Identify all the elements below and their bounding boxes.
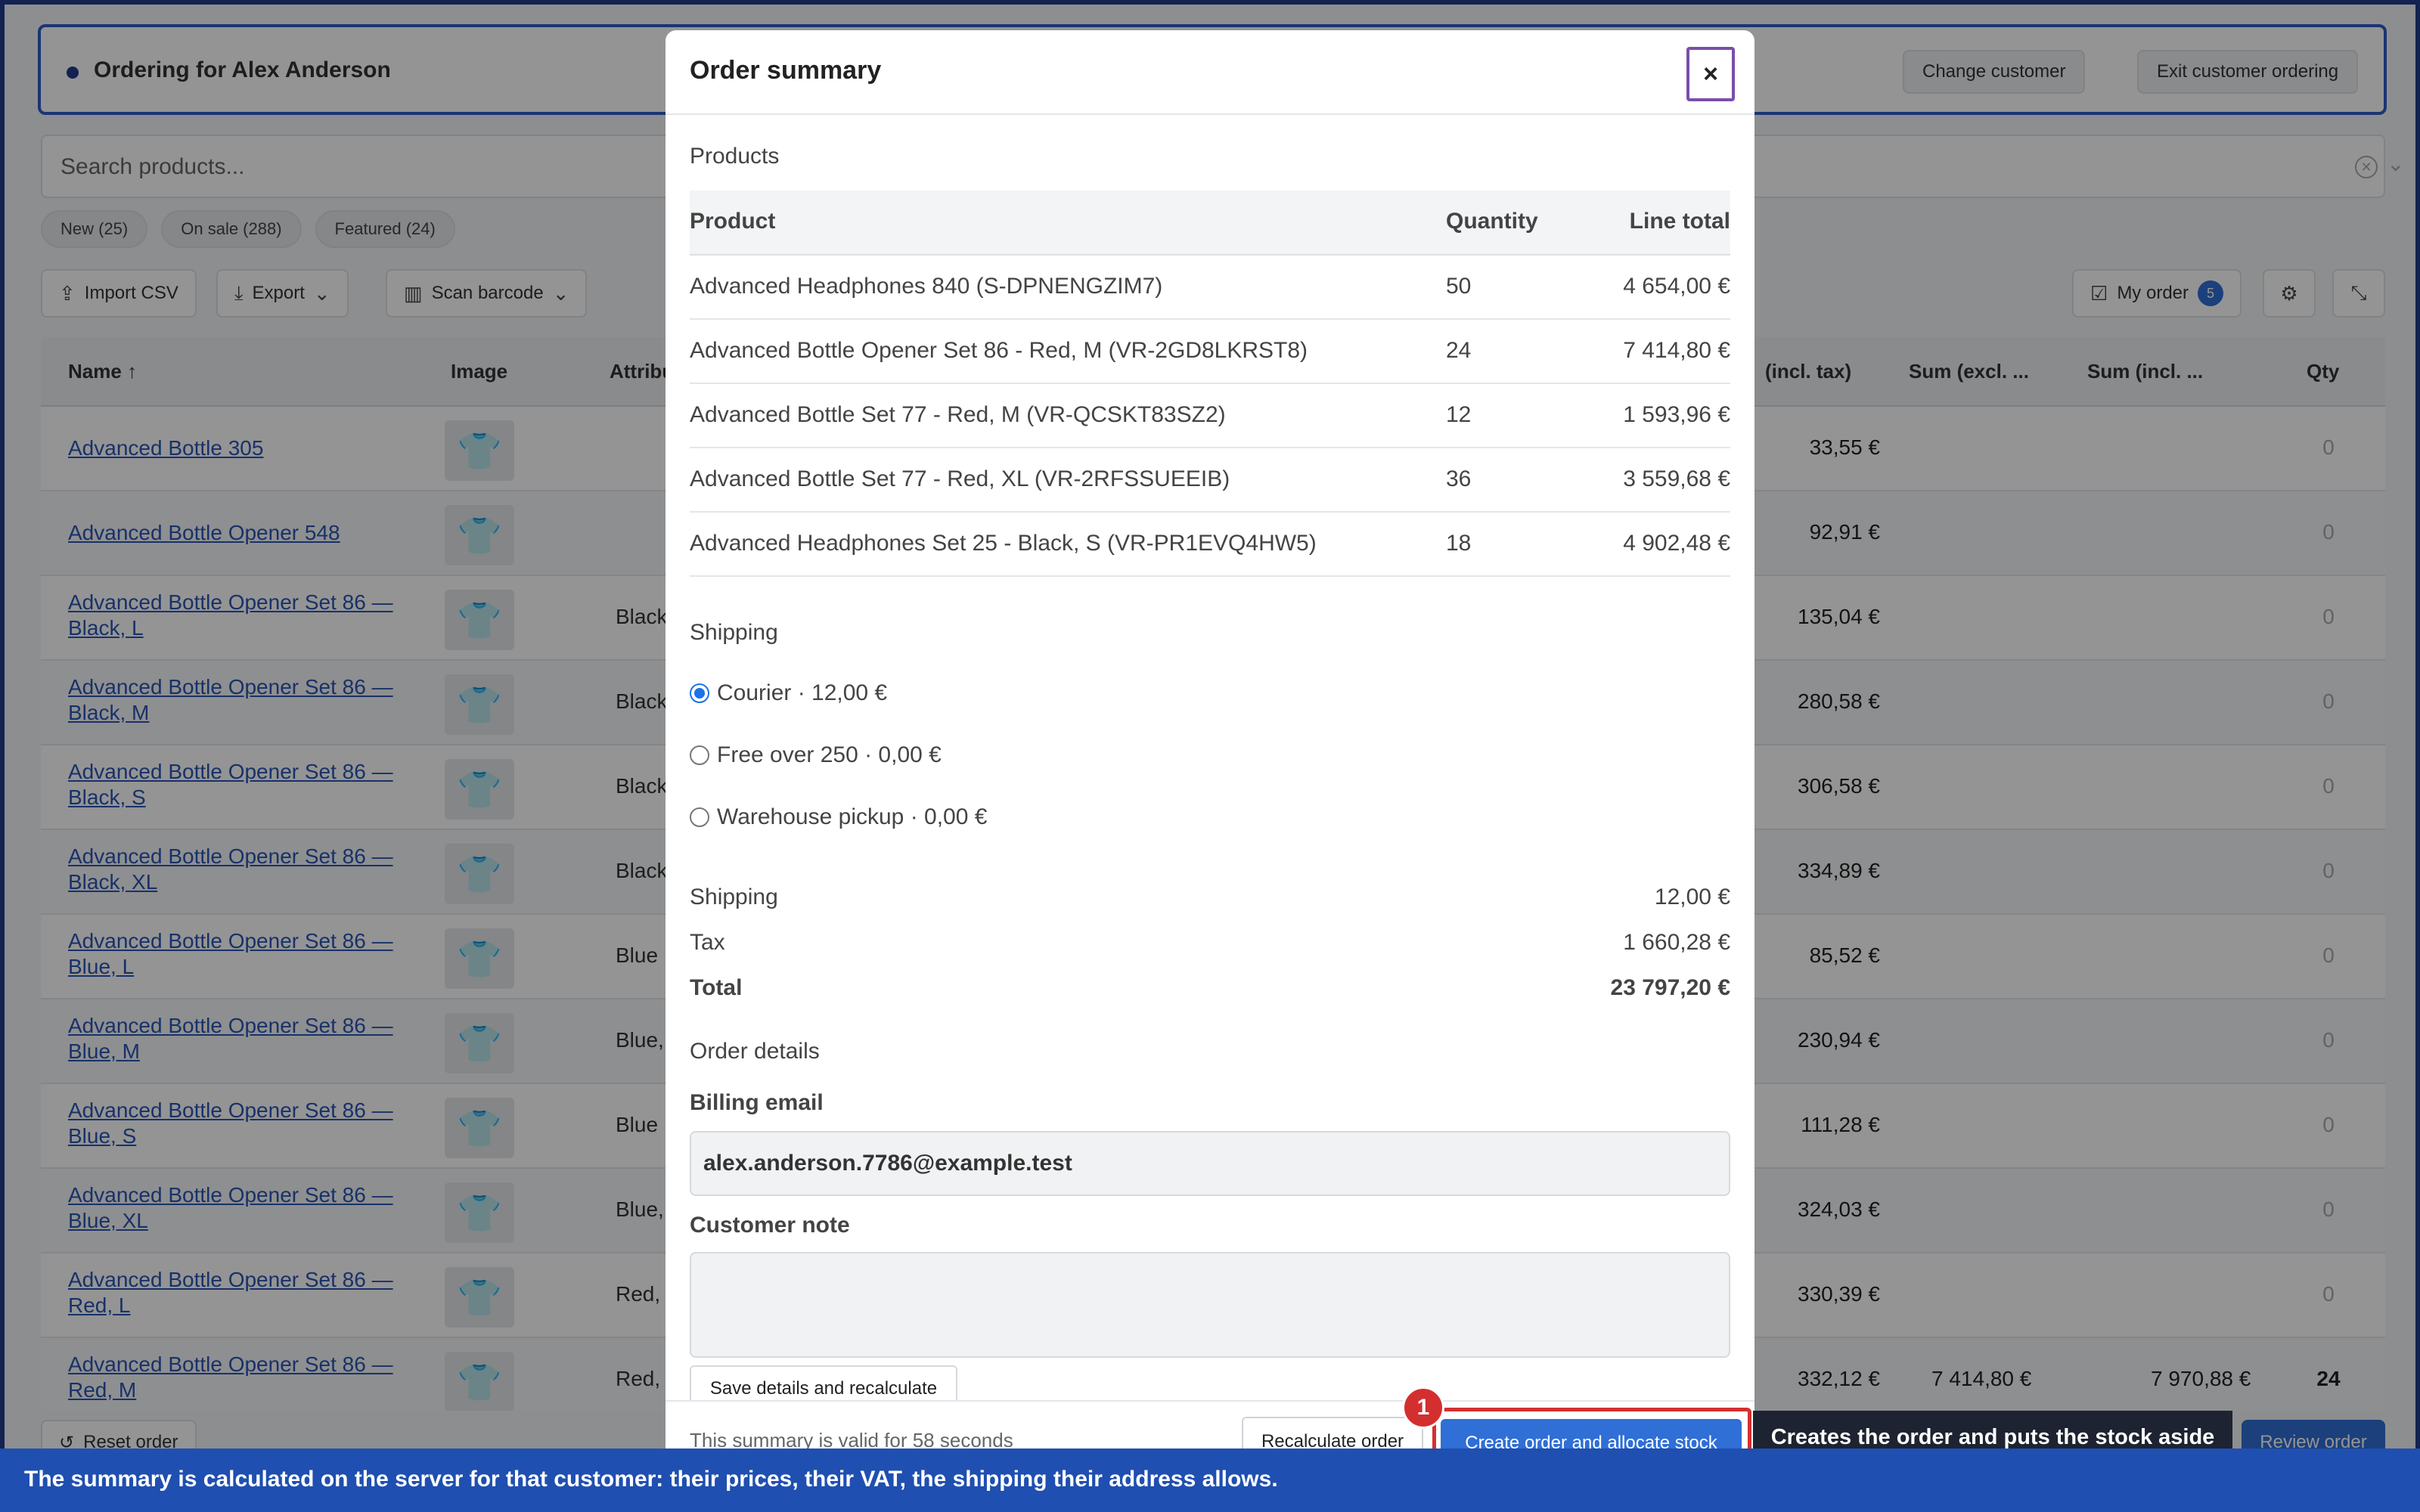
quantity-cell: 24 [1446, 338, 1472, 363]
caption-text: The summary is calculated on the server … [24, 1467, 1278, 1492]
modal-header: Order summary × [666, 30, 1754, 115]
products-section-title: Products [690, 144, 780, 169]
courier-label: Courier · 12,00 € [717, 680, 888, 705]
radio-warehouse-pickup[interactable] [690, 807, 709, 827]
radio-courier[interactable] [690, 683, 709, 703]
line-total-cell: 4 654,00 € [1623, 274, 1730, 299]
product-row: Advanced Bottle Opener Set 86 - Red, M (… [690, 320, 1730, 384]
shipping-section-title: Shipping [690, 620, 778, 645]
warehouse-pickup-label: Warehouse pickup · 0,00 € [717, 804, 988, 829]
customer-note-label: Customer note [690, 1213, 850, 1238]
product-cell: Advanced Bottle Set 77 - Red, M (VR-QCSK… [690, 402, 1226, 427]
product-row: Advanced Bottle Set 77 - Red, XL (VR-2RF… [690, 448, 1730, 513]
product-cell: Advanced Bottle Set 77 - Red, XL (VR-2RF… [690, 466, 1230, 491]
step-marker: 1 [1402, 1387, 1444, 1429]
summary-total-value: 23 797,20 € [1610, 975, 1730, 1000]
product-cell: Advanced Bottle Opener Set 86 - Red, M (… [690, 338, 1308, 363]
quantity-cell: 12 [1446, 402, 1472, 427]
products-table-header: Product Quantity Line total [690, 191, 1730, 256]
customer-note-field[interactable] [690, 1252, 1730, 1358]
line-total-cell: 4 902,48 € [1623, 531, 1730, 556]
summary-tax-value: 1 660,28 € [1623, 930, 1730, 955]
line-total-cell: 7 414,80 € [1623, 338, 1730, 363]
shipping-option-warehouse-pickup[interactable]: Warehouse pickup · 0,00 € [690, 804, 987, 830]
billing-email-field[interactable] [690, 1131, 1730, 1196]
product-cell: Advanced Headphones 840 (S-DPNENGZIM7) [690, 274, 1163, 299]
quantity-cell: 50 [1446, 274, 1472, 299]
order-details-section-title: Order details [690, 1039, 820, 1064]
summary-tax-row: Tax 1 660,28 € [690, 930, 1730, 956]
product-row: Advanced Headphones Set 25 - Black, S (V… [690, 513, 1730, 577]
summary-total-row: Total 23 797,20 € [690, 975, 1730, 1001]
summary-shipping-value: 12,00 € [1654, 885, 1730, 909]
order-summary-modal: Order summary × Products Product Quantit… [666, 30, 1754, 1467]
close-icon: × [1703, 59, 1718, 88]
product-row: Advanced Bottle Set 77 - Red, M (VR-QCSK… [690, 384, 1730, 448]
summary-tax-label: Tax [690, 930, 725, 955]
product-cell: Advanced Headphones Set 25 - Black, S (V… [690, 531, 1317, 556]
header-quantity: Quantity [1446, 209, 1538, 234]
line-total-cell: 3 559,68 € [1623, 466, 1730, 491]
radio-free-over-250[interactable] [690, 745, 709, 765]
summary-shipping-label: Shipping [690, 885, 778, 909]
summary-shipping-row: Shipping 12,00 € [690, 885, 1730, 910]
line-total-cell: 1 593,96 € [1623, 402, 1730, 427]
caption-bar: The summary is calculated on the server … [0, 1448, 2420, 1512]
header-product: Product [690, 209, 776, 234]
quantity-cell: 18 [1446, 531, 1472, 556]
product-row: Advanced Headphones 840 (S-DPNENGZIM7) 50… [690, 256, 1730, 320]
modal-title: Order summary [690, 56, 882, 85]
shipping-option-courier[interactable]: Courier · 12,00 € [690, 680, 887, 706]
quantity-cell: 36 [1446, 466, 1472, 491]
shipping-option-free-over-250[interactable]: Free over 250 · 0,00 € [690, 742, 942, 768]
close-button[interactable]: × [1686, 47, 1735, 101]
header-line-total: Line total [1629, 209, 1730, 234]
summary-total-label: Total [690, 975, 743, 1000]
billing-email-label: Billing email [690, 1090, 824, 1115]
free-over-250-label: Free over 250 · 0,00 € [717, 742, 942, 767]
